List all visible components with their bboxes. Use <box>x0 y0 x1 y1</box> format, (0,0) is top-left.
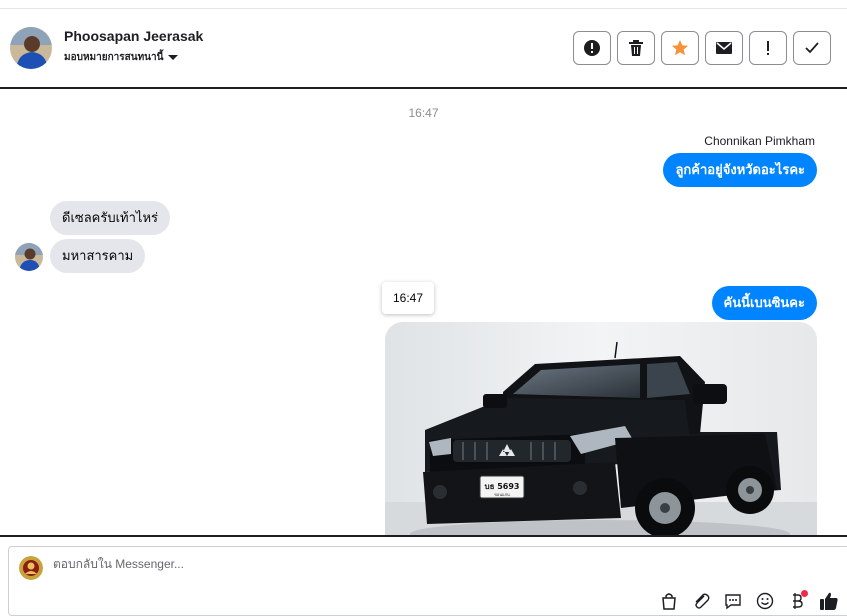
outgoing-message[interactable]: คันนี้เบนซินคะ <box>711 286 817 320</box>
incoming-message[interactable]: มหาสารคาม <box>50 239 146 273</box>
message-thread[interactable]: 16:47 Chonnikan Pimkham ลูกค้าอยู่จังหวั… <box>0 91 847 535</box>
saved-reply-button[interactable] <box>723 591 743 611</box>
assign-conversation-dropdown[interactable]: มอบหมายการสนทนานี้ <box>64 50 179 65</box>
conversation-header: Phoosapan Jeerasak มอบหมายการสนทนานี้ <box>0 9 847 89</box>
contact-name[interactable]: Phoosapan Jeerasak <box>64 28 203 44</box>
star-button[interactable] <box>661 31 699 65</box>
outgoing-message[interactable]: ลูกค้าอยู่จังหวัดอะไรคะ <box>663 153 817 187</box>
reply-input[interactable] <box>53 557 553 571</box>
done-button[interactable] <box>793 31 831 65</box>
follow-up-button[interactable] <box>749 31 787 65</box>
saved-reply-icon <box>725 594 741 610</box>
delete-button[interactable] <box>617 31 655 65</box>
message-composer <box>8 546 847 616</box>
check-icon <box>805 42 819 54</box>
thread-timestamp: 16:47 <box>408 106 439 120</box>
spam-button[interactable] <box>573 31 611 65</box>
emoji-button[interactable] <box>755 591 775 611</box>
composer-tools <box>659 590 839 611</box>
payment-button[interactable] <box>787 590 808 611</box>
envelope-icon <box>716 42 732 54</box>
contact-avatar-small <box>15 243 43 271</box>
page-avatar <box>19 556 43 580</box>
thumbs-up-icon <box>820 592 838 610</box>
assign-label: มอบหมายการสนทนานี้ <box>64 52 164 63</box>
svg-text:ขอนแก่น: ขอนแก่น <box>494 492 510 497</box>
svg-text:บธ 5693: บธ 5693 <box>484 482 519 491</box>
shopping-bag-icon <box>662 593 676 610</box>
shopping-bag-button[interactable] <box>659 591 679 611</box>
like-button[interactable] <box>819 591 839 611</box>
header-actions <box>573 31 831 65</box>
exclamation-icon <box>767 41 769 55</box>
trash-icon <box>629 40 643 56</box>
mark-unread-button[interactable] <box>705 31 743 65</box>
attach-file-button[interactable] <box>691 591 711 611</box>
caret-down-icon <box>168 55 179 60</box>
message-time-tooltip: 16:47 <box>382 282 434 314</box>
agent-name: Chonnikan Pimkham <box>704 134 815 148</box>
star-icon <box>672 40 688 56</box>
alert-circle-icon <box>584 40 600 56</box>
composer-divider <box>0 535 847 537</box>
notification-dot <box>801 590 808 597</box>
contact-avatar[interactable] <box>10 27 52 69</box>
photo-attachment[interactable]: บธ 5693 ขอนแก่น <box>385 322 817 535</box>
emoji-icon <box>756 592 774 610</box>
paperclip-icon <box>695 593 710 609</box>
incoming-message[interactable]: ดีเซลครับเท้าไหร่ <box>50 201 171 235</box>
